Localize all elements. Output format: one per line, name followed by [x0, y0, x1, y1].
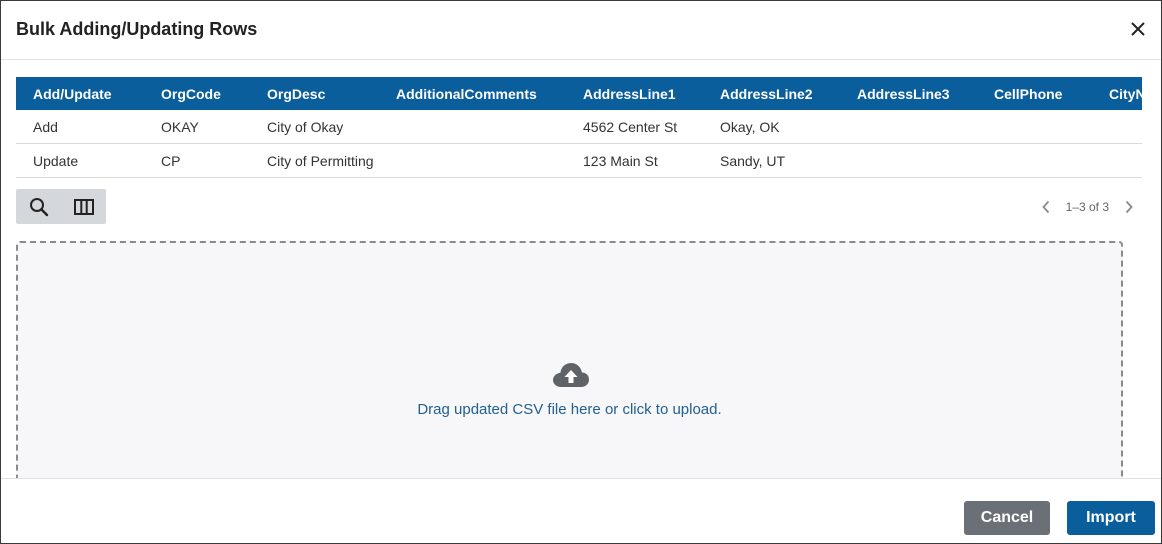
import-button[interactable]: Import [1067, 501, 1155, 535]
cell-addressline1: 123 Main St [566, 143, 703, 178]
close-button[interactable] [1123, 14, 1153, 44]
cell-orgdesc: City of Permitting [250, 143, 379, 178]
pagination: 1–3 of 3 [1034, 197, 1141, 217]
column-header-addressline1[interactable]: AddressLine1 [566, 77, 703, 110]
dialog-footer: Cancel Import [1, 478, 1161, 543]
cell-addressline2: Okay, OK [703, 110, 840, 144]
cell-cellphone [977, 143, 1092, 178]
previous-page-button[interactable] [1034, 197, 1058, 217]
column-header-orgcode[interactable]: OrgCode [144, 77, 250, 110]
search-icon [29, 197, 48, 216]
bulk-update-dialog: Bulk Adding/Updating Rows Add/Update Org… [0, 0, 1162, 544]
columns-icon [73, 198, 94, 215]
data-grid: Add/Update OrgCode OrgDesc AdditionalCom… [16, 77, 1142, 178]
chevron-right-icon [1125, 200, 1133, 214]
cell-add-update: Add [16, 110, 144, 144]
cell-addressline3 [840, 110, 977, 144]
cell-cellphone [977, 110, 1092, 144]
cell-addressline3 [840, 143, 977, 178]
cell-addressline1: 4562 Center St [566, 110, 703, 144]
csv-upload-dropzone[interactable]: Drag updated CSV file here or click to u… [16, 241, 1123, 505]
column-header-additionalcomments[interactable]: AdditionalComments [379, 77, 566, 110]
grid-toolbar [16, 189, 106, 224]
column-header-cellphone[interactable]: CellPhone [977, 77, 1092, 110]
dropzone-instructions[interactable]: Drag updated CSV file here or click to u… [18, 401, 1121, 418]
search-button[interactable] [16, 189, 61, 224]
cell-additionalcomments [379, 110, 566, 144]
column-header-orgdesc[interactable]: OrgDesc [250, 77, 379, 110]
table-row[interactable]: Add OKAY City of Okay 4562 Center St Oka… [16, 110, 1142, 144]
column-header-cityname[interactable]: CityName [1092, 77, 1142, 110]
cloud-upload-icon [553, 363, 589, 387]
table-row[interactable]: Update CP City of Permitting 123 Main St… [16, 143, 1142, 178]
next-page-button[interactable] [1117, 197, 1141, 217]
column-header-addressline3[interactable]: AddressLine3 [840, 77, 977, 110]
page-range: 1–3 of 3 [1065, 200, 1109, 214]
dialog-header: Bulk Adding/Updating Rows [1, 1, 1161, 60]
cancel-button[interactable]: Cancel [964, 501, 1050, 535]
cell-orgcode: OKAY [144, 110, 250, 144]
column-header-add-update[interactable]: Add/Update [16, 77, 144, 110]
close-icon [1131, 22, 1145, 36]
columns-button[interactable] [61, 189, 106, 224]
cell-cityname [1092, 143, 1142, 178]
column-header-addressline2[interactable]: AddressLine2 [703, 77, 840, 110]
chevron-left-icon [1041, 200, 1049, 214]
cell-addressline2: Sandy, UT [703, 143, 840, 178]
cell-additionalcomments [379, 143, 566, 178]
dialog-title: Bulk Adding/Updating Rows [16, 19, 258, 39]
cell-add-update: Update [16, 143, 144, 178]
cell-orgdesc: City of Okay [250, 110, 379, 144]
cell-cityname [1092, 110, 1142, 144]
grid-header-row: Add/Update OrgCode OrgDesc AdditionalCom… [16, 77, 1142, 110]
cell-orgcode: CP [144, 143, 250, 178]
